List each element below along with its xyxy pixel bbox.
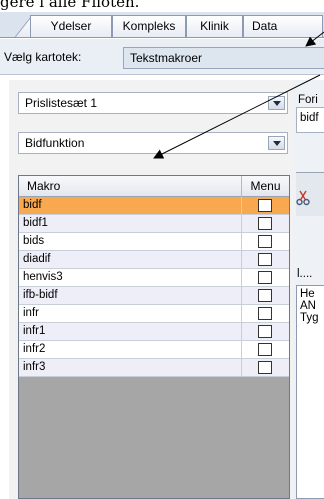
macro-name-cell: infr3 — [23, 361, 46, 373]
scissors-icon[interactable] — [296, 190, 310, 206]
grid-header: Makro Menu — [19, 176, 289, 197]
menu-cell — [241, 269, 289, 287]
menu-cell — [241, 323, 289, 341]
chevron-down-icon[interactable] — [268, 96, 285, 110]
editor-field-label: Fori — [298, 94, 318, 106]
grid-row[interactable]: infr3 — [19, 359, 289, 377]
menu-checkbox[interactable] — [258, 271, 272, 284]
grid-row[interactable]: ifb-bidf — [19, 287, 289, 305]
macro-name-field[interactable]: bidf — [296, 107, 324, 133]
tab-ydelser[interactable]: Ydelser — [30, 15, 112, 37]
menu-checkbox[interactable] — [258, 307, 272, 320]
column-header-makro[interactable]: Makro — [27, 179, 60, 193]
function-combo[interactable]: Bidfunktion — [18, 132, 288, 154]
editor-ruler: l.... — [297, 268, 313, 280]
editor-panel: Fori bidf l.... He AN Tyg — [293, 80, 324, 499]
grid-row[interactable]: diadif — [19, 251, 289, 269]
menu-checkbox[interactable] — [258, 235, 272, 248]
macro-name-cell: ifb-bidf — [23, 289, 58, 301]
menu-cell — [241, 287, 289, 305]
kartotek-select[interactable]: Tekstmakroer — [123, 47, 324, 69]
menu-cell — [241, 359, 289, 377]
grid-row[interactable]: infr2 — [19, 341, 289, 359]
grid-row[interactable]: infr1 — [19, 323, 289, 341]
macro-name-cell: infr2 — [23, 343, 46, 355]
macro-text-area[interactable]: He AN Tyg — [296, 285, 324, 499]
menu-checkbox[interactable] — [258, 289, 272, 302]
chevron-down-icon[interactable] — [268, 136, 285, 150]
macro-name-cell: bidf1 — [23, 217, 48, 229]
page-caption: gere i alle Filoten. — [0, 0, 140, 11]
grid-body: bidf bidf1 bids diadif henvis3 ifb-bidf infr in… — [19, 197, 289, 377]
text-line: AN — [300, 300, 316, 312]
menu-checkbox[interactable] — [258, 217, 272, 230]
tab-klinik[interactable]: Klinik — [186, 15, 243, 37]
menu-cell — [241, 197, 289, 215]
macro-grid: Makro Menu bidf bidf1 bids diadif henvis3 ifb… — [18, 175, 290, 499]
macro-name-cell: henvis3 — [23, 271, 63, 283]
text-line: Tyg — [300, 312, 319, 324]
tab-strip: Ydelser Kompleks Klinik Data — [0, 12, 324, 38]
tab-data[interactable]: Data — [243, 15, 323, 37]
grid-row[interactable]: infr — [19, 305, 289, 323]
menu-cell — [241, 215, 289, 233]
menu-cell — [241, 341, 289, 359]
column-header-menu[interactable]: Menu — [241, 176, 289, 197]
kartotek-selector-row: Vælg kartotek: Tekstmakroer — [0, 39, 324, 75]
macro-name-cell: diadif — [23, 253, 51, 265]
macro-name-cell: bids — [23, 235, 45, 247]
menu-cell — [241, 251, 289, 269]
grid-row[interactable]: bidf1 — [19, 215, 289, 233]
menu-cell — [241, 305, 289, 323]
menu-checkbox[interactable] — [258, 361, 272, 374]
kartotek-label: Vælg kartotek: — [4, 50, 82, 64]
text-line: He — [300, 288, 315, 300]
grid-row[interactable]: henvis3 — [19, 269, 289, 287]
menu-cell — [241, 233, 289, 251]
macro-name-cell: infr1 — [23, 325, 46, 337]
grid-row[interactable]: bidf — [19, 197, 289, 215]
grid-row[interactable]: bids — [19, 233, 289, 251]
menu-checkbox[interactable] — [258, 253, 272, 266]
menu-checkbox[interactable] — [258, 343, 272, 356]
price-list-combo[interactable]: Prislistesæt 1 — [18, 92, 288, 114]
menu-checkbox[interactable] — [258, 199, 272, 212]
macro-name-cell: bidf — [23, 199, 42, 211]
tab-kompleks[interactable]: Kompleks — [112, 15, 186, 37]
macro-name-cell: infr — [23, 307, 39, 319]
menu-checkbox[interactable] — [258, 325, 272, 338]
function-value: Bidfunktion — [25, 136, 85, 150]
price-list-value: Prislistesæt 1 — [25, 96, 98, 110]
